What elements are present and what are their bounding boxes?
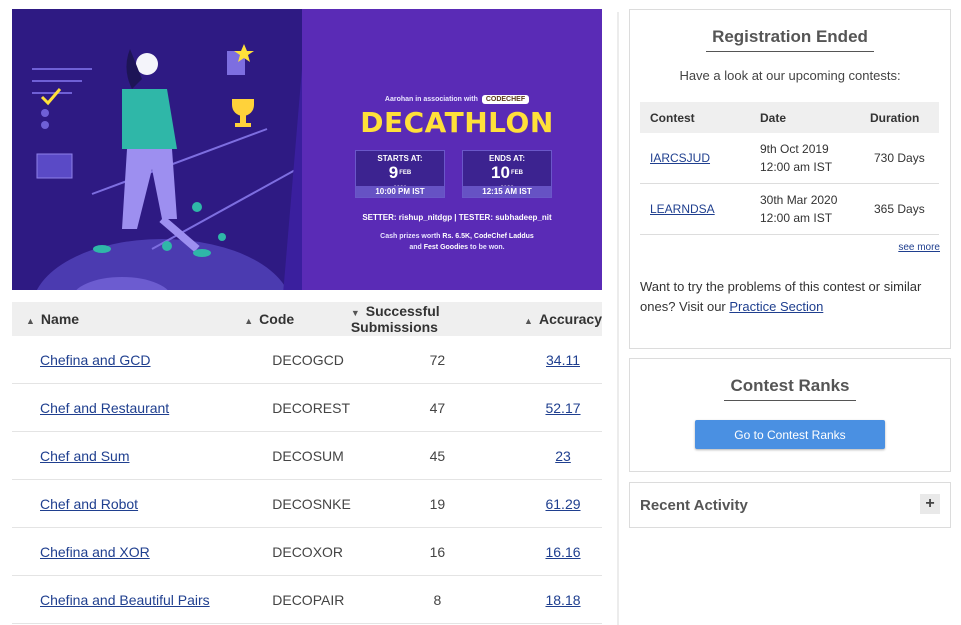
recent-activity-card: Recent Activity + <box>629 482 951 528</box>
table-row: Chefina and Beautiful Pairs DECOPAIR 8 1… <box>12 575 602 624</box>
table-row: Chef and Robot DECOSNKE 19 61.29 <box>12 479 602 528</box>
practice-section-link[interactable]: Practice Section <box>729 299 823 314</box>
table-row: LEARNDSA 30th Mar 2020 12:00 am IST 365 D… <box>640 183 939 235</box>
prize-text: Cash prizes worth Rs. 6.5K, CodeChef Lad… <box>380 233 534 251</box>
column-header-date: Date <box>750 102 860 133</box>
table-row: Chefina and GCD DECOGCD 72 34.11 <box>12 336 602 384</box>
ends-at-label: ENDS AT: <box>489 154 525 163</box>
table-row: IARCSJUD 9th Oct 2019 12:00 am IST 730 Da… <box>640 133 939 184</box>
problem-code: DECOGCD <box>244 336 351 384</box>
contest-date: 30th Mar 2020 12:00 am IST <box>750 183 860 235</box>
practice-text: Want to try the problems of this contest… <box>640 279 922 314</box>
successful-submissions-count: 72 <box>350 336 525 384</box>
registration-card: Registration Ended Have a look at our up… <box>629 9 951 349</box>
problem-name-link[interactable]: Chefina and XOR <box>40 544 150 560</box>
problem-name-link[interactable]: Chefina and Beautiful Pairs <box>40 592 210 608</box>
banner-illustration <box>32 44 298 290</box>
problem-name-link[interactable]: Chefina and GCD <box>40 352 151 368</box>
upcoming-contests-text: Have a look at our upcoming contests: <box>679 68 901 83</box>
recent-activity-title: Recent Activity <box>640 497 748 514</box>
banner-contest-title: DECATHLON <box>360 106 554 139</box>
column-header-duration: Duration <box>860 102 939 133</box>
ends-at-box: ENDS AT: 10FEB2020 12:15 AM IST <box>462 150 552 198</box>
successful-submissions-count: 19 <box>350 479 525 528</box>
problem-code: DECOSUM <box>244 431 351 480</box>
expand-plus-icon[interactable]: + <box>920 494 940 514</box>
accuracy-link[interactable]: 16.16 <box>545 544 580 560</box>
table-row: Chef and Restaurant DECOREST 47 52.17 <box>12 383 602 432</box>
problem-name-link[interactable]: Chef and Sum <box>40 448 130 464</box>
successful-submissions-count: 16 <box>350 527 525 576</box>
banner-illustration-panel <box>12 9 307 290</box>
successful-submissions-count: 8 <box>350 575 525 624</box>
table-row: Chef and Sum DECOSUM 45 23 <box>12 431 602 480</box>
go-to-contest-ranks-button[interactable]: Go to Contest Ranks <box>695 420 885 449</box>
column-header-contest: Contest <box>640 102 750 133</box>
sort-icon[interactable]: ▲︎ <box>26 316 35 326</box>
accuracy-link[interactable]: 34.11 <box>546 352 580 368</box>
successful-submissions-count: 47 <box>350 383 525 432</box>
codechef-logo: CODECHEF <box>481 95 530 104</box>
problem-code: DECOREST <box>244 383 351 432</box>
contest-duration: 365 Days <box>860 183 939 235</box>
banner-association: Aarohan in association with CODECHEF <box>312 95 602 104</box>
accuracy-link[interactable]: 23 <box>555 448 571 464</box>
contest-banner: Aarohan in association with CODECHEF DEC… <box>12 9 602 290</box>
starts-at-time: 10:00 PM IST <box>356 186 444 197</box>
contest-ranks-title: Contest Ranks <box>630 376 950 401</box>
contest-duration: 730 Days <box>860 133 939 184</box>
setter-tester-line: SETTER: rishup_nitdgp | TESTER: subhadee… <box>362 213 552 222</box>
ends-at-time: 12:15 AM IST <box>463 186 551 197</box>
banner-text: Aarohan in association with CODECHEF DEC… <box>312 9 602 290</box>
accuracy-link[interactable]: 52.17 <box>545 400 580 416</box>
upcoming-contests-table: Contest Date Duration IARCSJUD 9th Oct 2… <box>640 102 939 235</box>
accuracy-link[interactable]: 61.29 <box>545 496 580 512</box>
accuracy-link[interactable]: 18.18 <box>545 592 580 608</box>
problem-code: DECOXOR <box>244 527 351 576</box>
column-divider <box>617 12 619 625</box>
column-header-code[interactable]: ▲︎ Code <box>244 302 351 336</box>
column-header-successful-submissions[interactable]: ▼︎ Successful Submissions <box>350 302 525 336</box>
sort-desc-icon[interactable]: ▼︎ <box>351 308 360 318</box>
contest-code-link[interactable]: LEARNDSA <box>650 202 715 216</box>
starts-at-label: STARTS AT: <box>377 154 423 163</box>
registration-title: Registration Ended <box>630 27 950 52</box>
upcoming-table-header: Contest Date Duration <box>640 102 939 133</box>
problem-code: DECOPAIR <box>244 575 351 624</box>
contest-date: 9th Oct 2019 12:00 am IST <box>750 133 860 184</box>
see-more-link[interactable]: see more <box>898 242 940 253</box>
problems-table-header: ▲︎ Name ▲︎ Code ▼︎ Successful Submissions ▲… <box>12 302 602 336</box>
column-header-accuracy[interactable]: ▲︎ Accuracy <box>524 302 602 336</box>
column-header-name[interactable]: ▲︎ Name <box>12 302 245 336</box>
problem-code: DECOSNKE <box>244 479 351 528</box>
starts-at-box: STARTS AT: 9FEB2020 10:00 PM IST <box>355 150 445 198</box>
table-row: Chefina and XOR DECOXOR 16 16.16 <box>12 527 602 576</box>
contest-code-link[interactable]: IARCSJUD <box>650 151 710 165</box>
successful-submissions-count: 45 <box>350 431 525 480</box>
sort-icon[interactable]: ▲︎ <box>244 316 253 326</box>
problems-table: ▲︎ Name ▲︎ Code ▼︎ Successful Submissions ▲… <box>12 302 602 624</box>
sort-icon[interactable]: ▲︎ <box>524 316 533 326</box>
problem-name-link[interactable]: Chef and Robot <box>40 496 138 512</box>
contest-ranks-card: Contest Ranks Go to Contest Ranks <box>629 358 951 472</box>
problem-name-link[interactable]: Chef and Restaurant <box>40 400 169 416</box>
